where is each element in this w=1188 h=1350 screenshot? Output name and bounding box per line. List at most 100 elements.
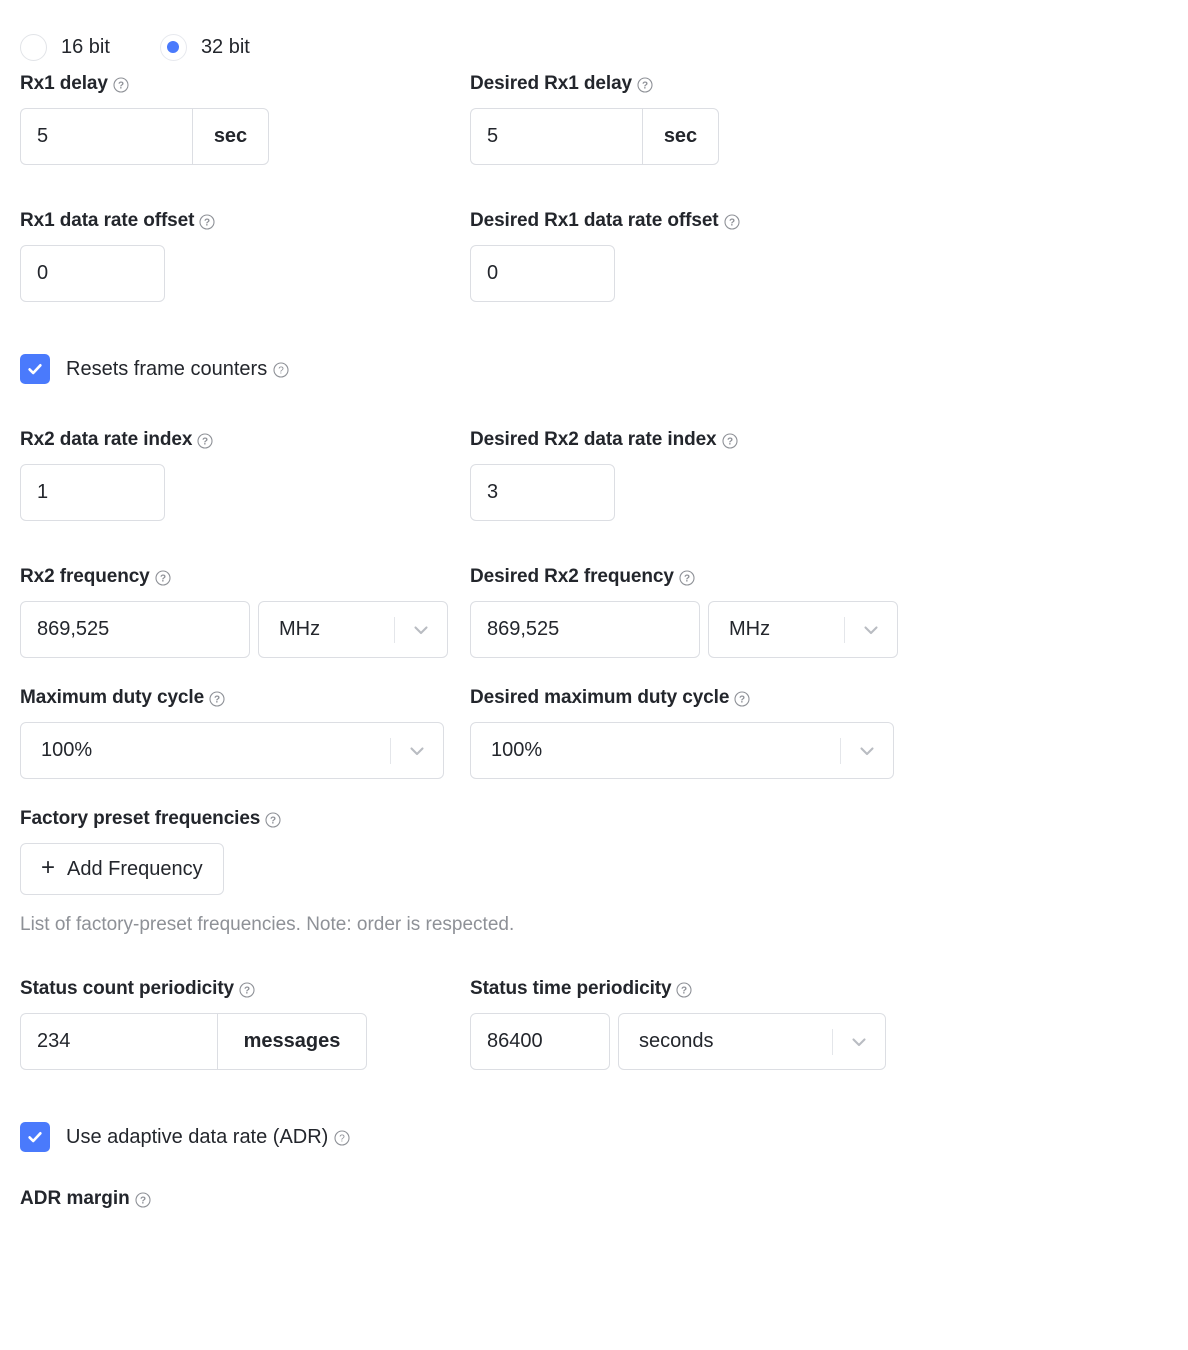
- select-maximum-duty-cycle[interactable]: 100%: [20, 722, 444, 779]
- radio-mark-16-bit[interactable]: [20, 33, 47, 61]
- radio-label-16-bit: 16 bit: [61, 36, 110, 58]
- label-rx1-delay: Rx1 delay ?: [20, 72, 450, 96]
- input-desired-rx1-delay[interactable]: 5: [470, 108, 642, 165]
- section-factory-preset-frequencies: Factory preset frequencies ? + Add Frequ…: [0, 807, 1188, 937]
- help-circle-icon[interactable]: ?: [239, 982, 255, 998]
- field-desired-rx1-delay: Desired Rx1 delay ? 5 sec: [450, 72, 900, 165]
- radio-mark-32-bit[interactable]: [159, 33, 187, 61]
- chevron-down-icon[interactable]: [391, 740, 443, 762]
- help-circle-icon[interactable]: ?: [199, 214, 215, 230]
- add-frequency-button[interactable]: + Add Frequency: [20, 843, 224, 895]
- label-desired-rx1-delay: Desired Rx1 delay ?: [470, 72, 900, 96]
- field-rx1-data-rate-offset: Rx1 data rate offset ? 0: [0, 209, 450, 302]
- field-maximum-duty-cycle: Maximum duty cycle ? 100%: [0, 686, 450, 779]
- input-rx2-data-rate-index[interactable]: 1: [20, 464, 165, 521]
- label-adr-margin: ADR margin ?: [0, 1188, 1188, 1210]
- help-circle-icon[interactable]: ?: [197, 433, 213, 449]
- label-rx2-data-rate-index: Rx2 data rate index ?: [20, 428, 450, 452]
- row-rx2-frequency: Rx2 frequency ? 869,525 MHz Desired Rx2 …: [0, 565, 1188, 658]
- field-status-count-periodicity: Status count periodicity ? 234 messages: [0, 977, 450, 1070]
- input-desired-rx2-frequency[interactable]: 869,525: [470, 601, 700, 658]
- chevron-down-icon[interactable]: [395, 619, 447, 641]
- control-desired-rx2-frequency: 869,525 MHz: [470, 601, 900, 658]
- radio-option-16-bit[interactable]: 16 bit: [20, 33, 110, 61]
- frame-counter-width-radio-group[interactable]: 16 bit 32 bit: [0, 0, 1188, 72]
- unit-status-count-periodicity: messages: [217, 1013, 367, 1070]
- row-status-periodicity: Status count periodicity ? 234 messages …: [0, 977, 1188, 1070]
- svg-text:?: ?: [140, 1196, 146, 1207]
- control-status-time-periodicity: 86400 seconds: [470, 1013, 900, 1070]
- svg-text:?: ?: [729, 218, 735, 229]
- checkbox-label-use-adaptive-data-rate: Use adaptive data rate (ADR) ?: [66, 1126, 350, 1149]
- help-circle-icon[interactable]: ?: [734, 691, 750, 707]
- help-circle-icon[interactable]: ?: [334, 1130, 350, 1146]
- unit-rx1-delay: sec: [192, 108, 269, 165]
- help-circle-icon[interactable]: ?: [113, 77, 129, 93]
- radio-selected-dot: [167, 41, 180, 53]
- help-circle-icon[interactable]: ?: [637, 77, 653, 93]
- checkbox-use-adaptive-data-rate[interactable]: Use adaptive data rate (ADR) ?: [0, 1122, 1188, 1152]
- help-circle-icon[interactable]: ?: [209, 691, 225, 707]
- help-circle-icon[interactable]: ?: [723, 214, 740, 230]
- select-value-maximum-duty-cycle: 100%: [41, 739, 93, 761]
- svg-text:?: ?: [681, 986, 687, 997]
- input-desired-rx2-data-rate-index[interactable]: 3: [470, 464, 615, 521]
- input-rx1-data-rate-offset[interactable]: 0: [20, 245, 165, 302]
- control-rx1-delay: 5 sec: [20, 108, 450, 165]
- checkbox-box-resets-frame-counters[interactable]: [20, 354, 50, 384]
- control-maximum-duty-cycle: 100%: [20, 722, 450, 779]
- lorawan-mac-settings-form: 16 bit 32 bit Rx1 delay ? 5 sec Desired …: [0, 0, 1188, 1350]
- control-desired-rx1-data-rate-offset: 0: [470, 245, 900, 302]
- row-rx2-data-rate-index: Rx2 data rate index ? 1 Desired Rx2 data…: [0, 428, 1188, 521]
- input-desired-rx1-data-rate-offset[interactable]: 0: [470, 245, 615, 302]
- label-rx2-frequency: Rx2 frequency ?: [20, 565, 450, 589]
- input-status-count-periodicity[interactable]: 234: [20, 1013, 217, 1070]
- field-factory-preset-frequencies: Factory preset frequencies ? + Add Frequ…: [0, 807, 1188, 895]
- checkbox-box-use-adaptive-data-rate[interactable]: [20, 1122, 50, 1152]
- label-status-count-periodicity: Status count periodicity ?: [20, 977, 450, 1001]
- select-value-status-time-periodicity-unit: seconds: [639, 1030, 714, 1052]
- input-rx1-delay[interactable]: 5: [20, 108, 192, 165]
- control-rx1-data-rate-offset: 0: [20, 245, 450, 302]
- svg-text:?: ?: [160, 574, 166, 585]
- svg-text:?: ?: [340, 1134, 346, 1145]
- field-rx1-delay: Rx1 delay ? 5 sec: [0, 72, 450, 165]
- help-circle-icon[interactable]: ?: [721, 433, 738, 449]
- control-desired-maximum-duty-cycle: 100%: [470, 722, 900, 779]
- row-maximum-duty-cycle: Maximum duty cycle ? 100% Desired maximu…: [0, 686, 1188, 779]
- plus-icon: +: [41, 854, 56, 881]
- help-circle-icon[interactable]: ?: [273, 362, 289, 378]
- select-status-time-periodicity-unit[interactable]: seconds: [618, 1013, 886, 1070]
- field-desired-rx1-data-rate-offset: Desired Rx1 data rate offset ? 0: [450, 209, 900, 302]
- radio-option-32-bit[interactable]: 32 bit: [159, 33, 250, 61]
- select-desired-rx2-frequency-unit[interactable]: MHz: [708, 601, 898, 658]
- checkbox-resets-frame-counters[interactable]: Resets frame counters ?: [0, 354, 1188, 384]
- svg-text:?: ?: [214, 695, 220, 706]
- svg-text:?: ?: [642, 81, 648, 92]
- label-desired-rx2-frequency: Desired Rx2 frequency ?: [470, 565, 900, 589]
- svg-text:?: ?: [244, 986, 250, 997]
- chevron-down-icon[interactable]: [833, 1031, 885, 1053]
- row-rx1-delay: Rx1 delay ? 5 sec Desired Rx1 delay ? 5 …: [0, 72, 1188, 165]
- help-circle-icon[interactable]: ?: [155, 570, 171, 586]
- label-desired-rx2-data-rate-index: Desired Rx2 data rate index ?: [470, 428, 900, 452]
- svg-text:?: ?: [684, 574, 690, 585]
- select-rx2-frequency-unit[interactable]: MHz: [258, 601, 448, 658]
- field-desired-rx2-data-rate-index: Desired Rx2 data rate index ? 3: [450, 428, 900, 521]
- help-circle-icon[interactable]: ?: [676, 982, 693, 998]
- unit-desired-rx1-delay: sec: [642, 108, 719, 165]
- add-frequency-button-label: Add Frequency: [67, 857, 203, 880]
- input-status-time-periodicity[interactable]: 86400: [470, 1013, 610, 1070]
- help-circle-icon[interactable]: ?: [265, 812, 281, 828]
- select-value-rx2-frequency-unit: MHz: [279, 618, 321, 640]
- help-circle-icon[interactable]: ?: [135, 1192, 151, 1208]
- chevron-down-icon[interactable]: [845, 619, 897, 641]
- check-icon: [28, 364, 42, 375]
- help-circle-icon[interactable]: ?: [679, 570, 695, 586]
- control-rx2-frequency: 869,525 MHz: [20, 601, 450, 658]
- select-desired-maximum-duty-cycle[interactable]: 100%: [470, 722, 894, 779]
- control-rx2-data-rate-index: 1: [20, 464, 450, 521]
- input-rx2-frequency[interactable]: 869,525: [20, 601, 250, 658]
- chevron-down-icon[interactable]: [841, 740, 893, 762]
- radio-label-32-bit: 32 bit: [200, 36, 250, 58]
